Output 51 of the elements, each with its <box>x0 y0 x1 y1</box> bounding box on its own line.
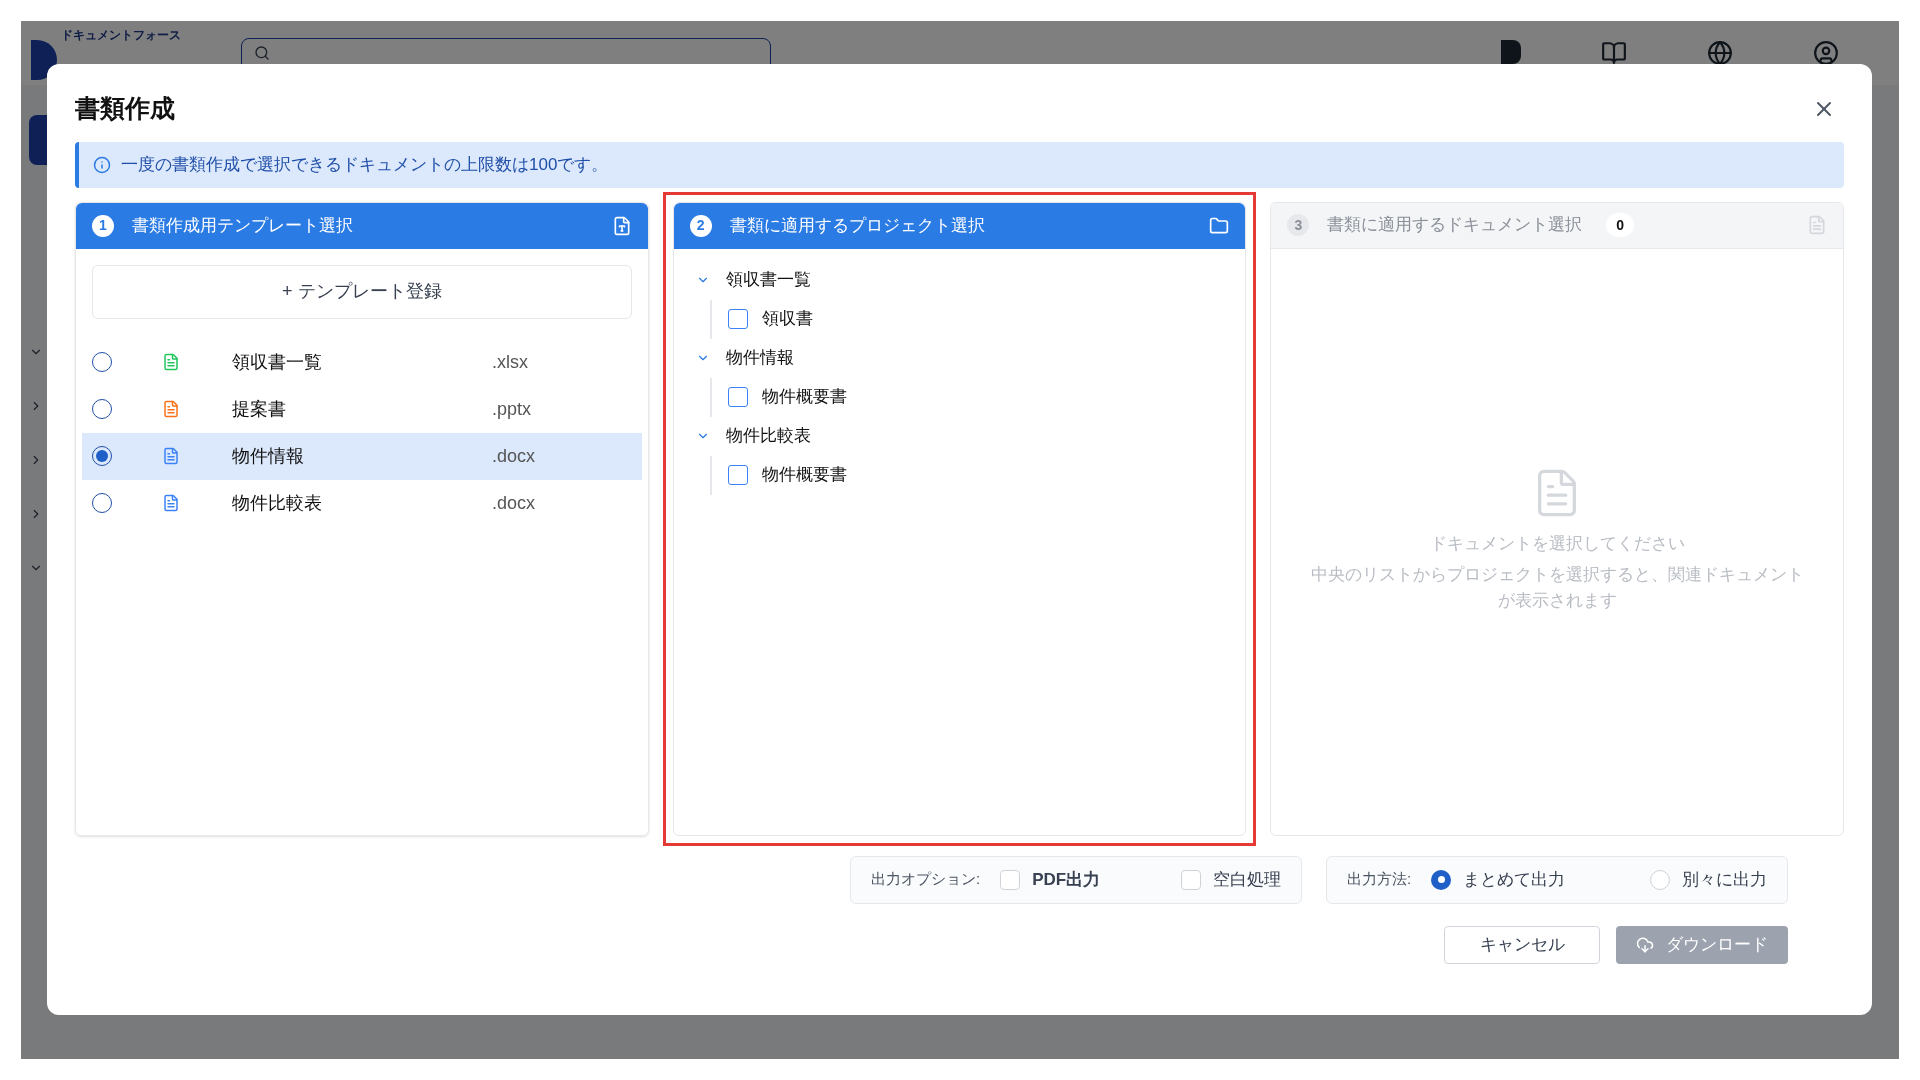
step-number: 3 <box>1287 214 1310 236</box>
info-text: 一度の書類作成で選択できるドキュメントの上限数は100です。 <box>121 153 609 176</box>
option-checkbox[interactable]: 空白処理 <box>1181 866 1281 893</box>
file-extension: .docx <box>492 491 537 515</box>
panel-title: 書類に適用するプロジェクト選択 <box>729 214 985 237</box>
options-label: 出力オプション: <box>871 869 981 890</box>
method-radio[interactable]: まとめて出力 <box>1431 866 1566 893</box>
add-template-button[interactable]: + テンプレート登録 <box>92 264 632 319</box>
method-radio[interactable]: 別々に出力 <box>1650 866 1767 893</box>
method-label: 出力方法: <box>1347 869 1412 890</box>
document-label: 領収書 <box>761 308 813 331</box>
empty-title: ドキュメントを選択してください <box>1429 532 1685 555</box>
document-label: 物件概要書 <box>761 386 847 409</box>
dialog-title: 書類作成 <box>75 93 175 124</box>
template-name: 領収書一覧 <box>232 350 323 374</box>
info-icon <box>93 155 111 174</box>
radio-button[interactable] <box>1431 869 1452 890</box>
project-label: 領収書一覧 <box>725 269 811 292</box>
document-label: 物件概要書 <box>761 464 847 487</box>
template-name: 物件比較表 <box>232 491 323 515</box>
checkbox[interactable] <box>727 309 748 329</box>
project-label: 物件比較表 <box>725 425 811 448</box>
template-row[interactable]: 提案書 .pptx <box>82 385 642 433</box>
step-number: 1 <box>92 214 114 237</box>
template-name: 提案書 <box>232 397 287 421</box>
step-number: 2 <box>689 214 712 237</box>
cloud-download-icon <box>1636 935 1654 954</box>
template-name: 物件情報 <box>232 444 305 468</box>
file-extension: .xlsx <box>492 350 529 374</box>
panel-title: 書類作成用テンプレート選択 <box>132 214 353 237</box>
option-checkbox[interactable]: PDF出力 <box>1000 866 1101 893</box>
template-row[interactable]: 領収書一覧 .xlsx <box>82 338 642 386</box>
checkbox[interactable] <box>727 465 748 485</box>
file-extension: .pptx <box>492 397 533 421</box>
user-icon[interactable] <box>1813 40 1839 66</box>
logo-text: ドキュメントフォース <box>61 27 181 44</box>
search-icon <box>254 45 270 61</box>
panel-title: 書類に適用するドキュメント選択 <box>1327 214 1583 237</box>
checkbox[interactable] <box>727 387 748 407</box>
empty-description: 中央のリストからプロジェクトを選択すると、関連ドキュメントが表示されます <box>1309 564 1805 612</box>
template-row[interactable]: 物件情報 .docx <box>82 432 642 480</box>
globe-icon[interactable] <box>1707 40 1733 66</box>
file-extension: .docx <box>492 444 537 468</box>
count-badge: 0 <box>1606 213 1635 237</box>
folder-icon <box>1209 215 1230 236</box>
cancel-button[interactable]: キャンセル <box>1444 925 1600 964</box>
template-row[interactable]: 物件比較表 .docx <box>82 479 642 527</box>
document-icon <box>1807 215 1827 235</box>
project-label: 物件情報 <box>725 347 794 370</box>
book-icon[interactable] <box>1601 40 1627 66</box>
logo-icon <box>31 40 57 80</box>
